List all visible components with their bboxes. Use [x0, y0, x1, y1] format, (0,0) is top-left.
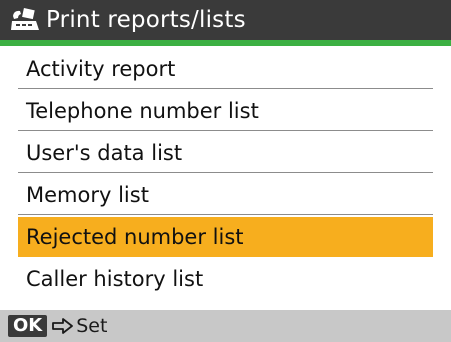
lcd-screen: Print reports/lists Activity report Tele…	[0, 0, 451, 342]
report-list-menu: Activity report Telephone number list Us…	[18, 49, 433, 301]
title-bar: Print reports/lists	[0, 0, 451, 40]
menu-item-caller-history-list[interactable]: Caller history list	[18, 259, 433, 299]
menu-item-rejected-number-list[interactable]: Rejected number list	[18, 217, 433, 257]
fax-machine-icon	[10, 7, 40, 33]
ok-button-hint[interactable]: OK	[8, 315, 48, 337]
menu-item-users-data-list[interactable]: User's data list	[18, 133, 433, 173]
menu-item-label: Telephone number list	[26, 98, 259, 123]
menu-item-label: User's data list	[26, 140, 183, 165]
screen-title: Print reports/lists	[46, 6, 246, 33]
menu-item-label: Activity report	[26, 56, 176, 81]
title-accent-rule	[0, 40, 451, 46]
footer-hint-bar: OK Set	[0, 310, 451, 342]
menu-item-label: Caller history list	[26, 267, 204, 291]
menu-item-label: Rejected number list	[26, 224, 244, 249]
menu-item-telephone-number-list[interactable]: Telephone number list	[18, 91, 433, 131]
menu-item-memory-list[interactable]: Memory list	[18, 175, 433, 215]
menu-item-activity-report[interactable]: Activity report	[18, 49, 433, 89]
set-action-label: Set	[76, 315, 108, 337]
menu-item-label: Memory list	[26, 182, 149, 207]
arrow-right-icon	[52, 318, 74, 334]
